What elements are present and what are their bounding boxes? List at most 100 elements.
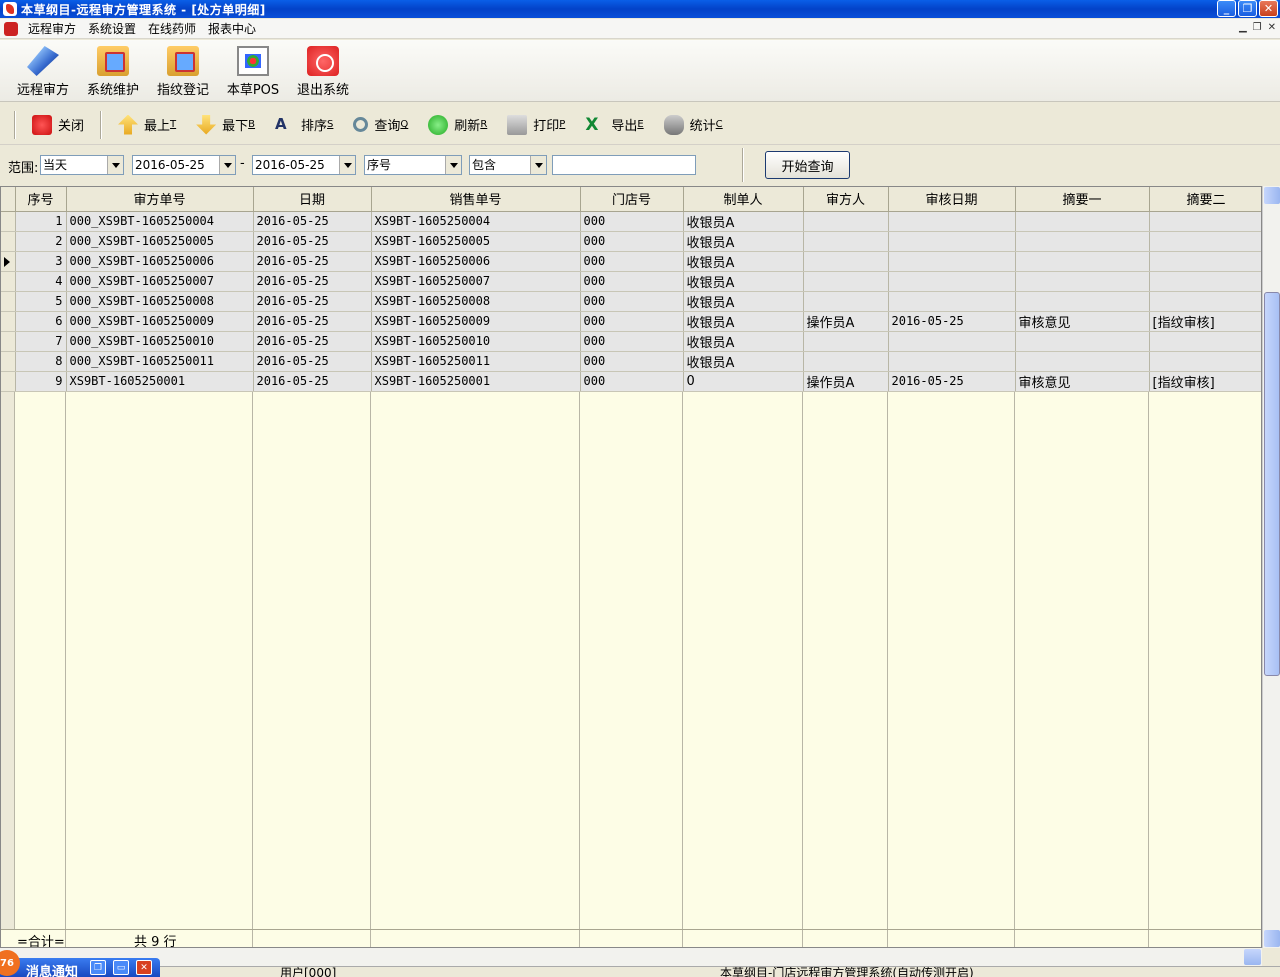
cell-review-date[interactable]: 2016-05-25 bbox=[888, 371, 1016, 392]
cell-review-date[interactable] bbox=[888, 211, 1016, 232]
table-row[interactable]: 6 000_XS9BT-1605250009 2016-05-25 XS9BT-160… bbox=[1, 311, 1261, 332]
col-header-review-no[interactable]: 审方单号 bbox=[66, 187, 254, 212]
cell-date[interactable]: 2016-05-25 bbox=[253, 251, 372, 272]
cell-review-date[interactable] bbox=[888, 271, 1016, 292]
cell-sales-no[interactable]: XS9BT-1605250007 bbox=[371, 271, 581, 292]
row-indicator[interactable] bbox=[1, 251, 16, 272]
table-row[interactable]: 1 000_XS9BT-1605250004 2016-05-25 XS9BT-160… bbox=[1, 211, 1261, 232]
row-indicator[interactable] bbox=[1, 291, 16, 312]
cell-store-no[interactable]: 000 bbox=[580, 331, 684, 352]
cell-seq[interactable]: 7 bbox=[15, 331, 67, 352]
date-from-picker[interactable]: 2016-05-25 bbox=[132, 155, 236, 175]
refresh-button[interactable]: 刷新 R bbox=[418, 111, 497, 139]
cell-review-no[interactable]: 000_XS9BT-1605250007 bbox=[66, 271, 254, 292]
menu-remote-review[interactable]: 远程审方 bbox=[22, 20, 82, 37]
cell-sales-no[interactable]: XS9BT-1605250001 bbox=[371, 371, 581, 392]
cell-store-no[interactable]: 000 bbox=[580, 291, 684, 312]
close-window-button[interactable]: ✕ bbox=[1259, 0, 1278, 17]
cell-sales-no[interactable]: XS9BT-1605250011 bbox=[371, 351, 581, 372]
cell-reviewer[interactable] bbox=[803, 251, 889, 272]
cell-review-date[interactable] bbox=[888, 231, 1016, 252]
table-row[interactable]: 4 000_XS9BT-1605250007 2016-05-25 XS9BT-160… bbox=[1, 271, 1261, 292]
remote-review-button[interactable]: 远程审方 bbox=[8, 40, 78, 101]
cell-store-no[interactable]: 000 bbox=[580, 231, 684, 252]
cell-summary-1[interactable] bbox=[1015, 351, 1150, 372]
cell-summary-1[interactable] bbox=[1015, 211, 1150, 232]
cell-summary-2[interactable] bbox=[1149, 351, 1261, 372]
app-icon[interactable] bbox=[3, 2, 17, 16]
cell-reviewer[interactable] bbox=[803, 231, 889, 252]
scroll-up-button[interactable] bbox=[1264, 187, 1280, 204]
chevron-down-icon[interactable] bbox=[107, 156, 123, 174]
cell-creator[interactable]: 收银员A bbox=[683, 251, 804, 272]
cell-creator[interactable]: 收银员A bbox=[683, 311, 804, 332]
cell-review-no[interactable]: 000_XS9BT-1605250004 bbox=[66, 211, 254, 232]
print-button[interactable]: 打印 P bbox=[497, 111, 575, 139]
table-row[interactable]: 5 000_XS9BT-1605250008 2016-05-25 XS9BT-160… bbox=[1, 291, 1261, 312]
cell-summary-1[interactable] bbox=[1015, 251, 1150, 272]
cell-summary-2[interactable] bbox=[1149, 211, 1261, 232]
cell-date[interactable]: 2016-05-25 bbox=[253, 331, 372, 352]
cell-review-date[interactable] bbox=[888, 291, 1016, 312]
cell-store-no[interactable]: 000 bbox=[580, 211, 684, 232]
cell-summary-2[interactable] bbox=[1149, 331, 1261, 352]
notification-close-icon[interactable]: ✕ bbox=[136, 960, 152, 975]
notification-minimize-icon[interactable]: ▭ bbox=[113, 960, 129, 975]
col-header-summary-2[interactable]: 摘要二 bbox=[1149, 187, 1261, 212]
table-row[interactable]: 8 000_XS9BT-1605250011 2016-05-25 XS9BT-160… bbox=[1, 351, 1261, 372]
cell-store-no[interactable]: 000 bbox=[580, 371, 684, 392]
cell-sales-no[interactable]: XS9BT-1605250008 bbox=[371, 291, 581, 312]
row-indicator[interactable] bbox=[1, 371, 16, 392]
col-header-sales-no[interactable]: 销售单号 bbox=[371, 187, 581, 212]
menu-online-pharmacist[interactable]: 在线药师 bbox=[142, 20, 202, 37]
row-indicator[interactable] bbox=[1, 211, 16, 232]
prescription-grid[interactable]: 序号 审方单号 日期 销售单号 门店号 制单人 审方人 审核日期 摘要一 摘要二… bbox=[0, 186, 1262, 948]
cell-summary-2[interactable] bbox=[1149, 271, 1261, 292]
cell-summary-2[interactable] bbox=[1149, 251, 1261, 272]
cell-creator[interactable]: 0 bbox=[683, 371, 804, 392]
cell-date[interactable]: 2016-05-25 bbox=[253, 271, 372, 292]
cell-summary-1[interactable]: 审核意见 bbox=[1015, 371, 1150, 392]
scroll-right-button[interactable] bbox=[1244, 949, 1261, 965]
cell-summary-2[interactable]: [指纹审核] bbox=[1149, 371, 1261, 392]
statistics-button[interactable]: 统计 C bbox=[654, 111, 733, 139]
cell-seq[interactable]: 8 bbox=[15, 351, 67, 372]
query-toolbar-button[interactable]: 查询 Q bbox=[343, 111, 418, 139]
minimize-button[interactable]: _ bbox=[1217, 0, 1236, 17]
cell-creator[interactable]: 收银员A bbox=[683, 211, 804, 232]
cell-reviewer[interactable] bbox=[803, 331, 889, 352]
cell-store-no[interactable]: 000 bbox=[580, 271, 684, 292]
cell-creator[interactable]: 收银员A bbox=[683, 271, 804, 292]
cell-creator[interactable]: 收银员A bbox=[683, 291, 804, 312]
row-indicator[interactable] bbox=[1, 271, 16, 292]
field-select[interactable]: 序号 bbox=[364, 155, 462, 175]
cell-reviewer[interactable]: 操作员A bbox=[803, 311, 889, 332]
cell-date[interactable]: 2016-05-25 bbox=[253, 371, 372, 392]
cell-reviewer[interactable] bbox=[803, 291, 889, 312]
cell-review-date[interactable] bbox=[888, 331, 1016, 352]
cell-summary-1[interactable] bbox=[1015, 271, 1150, 292]
menu-system-settings[interactable]: 系统设置 bbox=[82, 20, 142, 37]
col-header-review-date[interactable]: 审核日期 bbox=[888, 187, 1016, 212]
chevron-down-icon[interactable] bbox=[219, 156, 235, 174]
notification-panel[interactable]: 76 消息通知 ❐ ▭ ✕ bbox=[0, 950, 160, 977]
col-header-store-no[interactable]: 门店号 bbox=[580, 187, 684, 212]
cell-review-no[interactable]: 000_XS9BT-1605250006 bbox=[66, 251, 254, 272]
chevron-down-icon[interactable] bbox=[530, 156, 546, 174]
col-header-creator[interactable]: 制单人 bbox=[683, 187, 804, 212]
table-row[interactable]: 2 000_XS9BT-1605250005 2016-05-25 XS9BT-160… bbox=[1, 231, 1261, 252]
col-header-summary-1[interactable]: 摘要一 bbox=[1015, 187, 1150, 212]
cell-date[interactable]: 2016-05-25 bbox=[253, 211, 372, 232]
horizontal-scrollbar[interactable] bbox=[0, 948, 1262, 966]
col-header-reviewer[interactable]: 审方人 bbox=[803, 187, 889, 212]
mdi-minimize-icon[interactable]: ▁ bbox=[1239, 22, 1247, 33]
filter-value-input[interactable] bbox=[552, 155, 696, 175]
cell-sales-no[interactable]: XS9BT-1605250005 bbox=[371, 231, 581, 252]
mdi-restore-icon[interactable]: ❐ bbox=[1253, 22, 1262, 33]
cell-summary-2[interactable] bbox=[1149, 291, 1261, 312]
cell-summary-2[interactable] bbox=[1149, 231, 1261, 252]
cell-reviewer[interactable] bbox=[803, 351, 889, 372]
range-select[interactable]: 当天 bbox=[40, 155, 124, 175]
table-row[interactable]: 9 XS9BT-1605250001 2016-05-25 XS9BT-1605250… bbox=[1, 371, 1261, 392]
cell-seq[interactable]: 2 bbox=[15, 231, 67, 252]
